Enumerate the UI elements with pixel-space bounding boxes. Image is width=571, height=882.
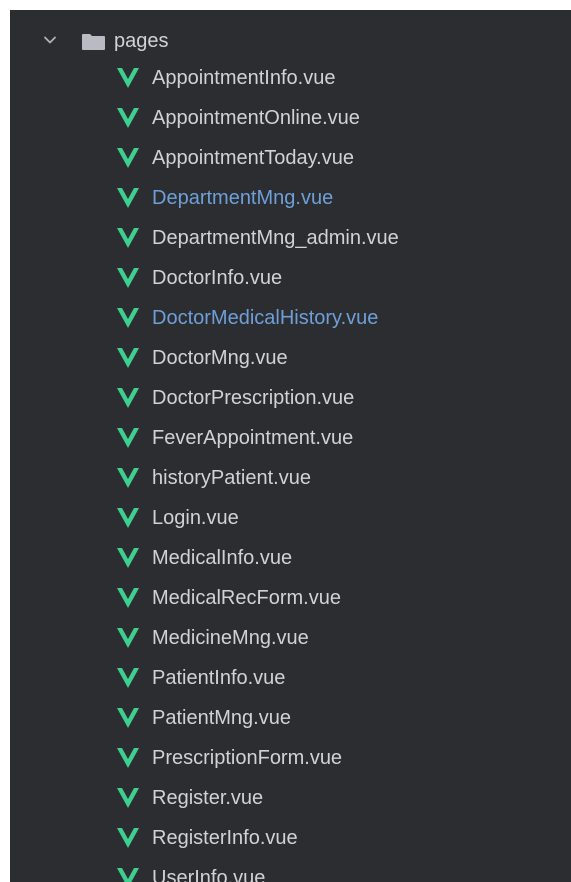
vue-file-icon: [117, 628, 139, 648]
file-label: Login.vue: [152, 507, 239, 529]
file-item[interactable]: DoctorInfo.vue: [10, 258, 571, 298]
vue-file-icon: [117, 228, 139, 248]
file-item[interactable]: MedicalInfo.vue: [10, 538, 571, 578]
folder-label: pages: [114, 30, 169, 52]
file-item[interactable]: AppointmentToday.vue: [10, 138, 571, 178]
vue-file-icon: [117, 748, 139, 768]
vue-file-icon: [117, 388, 139, 408]
file-label: historyPatient.vue: [152, 467, 311, 489]
vue-file-icon: [117, 188, 139, 208]
file-item[interactable]: DoctorPrescription.vue: [10, 378, 571, 418]
file-item[interactable]: Login.vue: [10, 498, 571, 538]
file-item[interactable]: PatientInfo.vue: [10, 658, 571, 698]
file-label: DoctorPrescription.vue: [152, 387, 355, 409]
file-label: FeverAppointment.vue: [152, 427, 354, 449]
file-item[interactable]: AppointmentOnline.vue: [10, 98, 571, 138]
vue-file-icon: [117, 108, 139, 128]
vue-file-icon: [117, 68, 139, 88]
file-label: PatientMng.vue: [152, 707, 291, 729]
chevron-down-icon[interactable]: [43, 33, 57, 47]
file-item[interactable]: DoctorMng.vue: [10, 338, 571, 378]
file-item[interactable]: PrescriptionForm.vue: [10, 738, 571, 778]
file-label: DepartmentMng.vue: [152, 187, 334, 209]
vue-file-icon: [117, 668, 139, 688]
file-item[interactable]: historyPatient.vue: [10, 458, 571, 498]
file-label: MedicalRecForm.vue: [152, 587, 341, 609]
file-item[interactable]: DepartmentMng.vue: [10, 178, 571, 218]
file-item[interactable]: FeverAppointment.vue: [10, 418, 571, 458]
file-label: AppointmentOnline.vue: [152, 107, 360, 129]
vue-file-icon: [117, 828, 139, 848]
vue-file-icon: [117, 588, 139, 608]
file-item[interactable]: MedicalRecForm.vue: [10, 578, 571, 618]
file-item[interactable]: DoctorMedicalHistory.vue: [10, 298, 571, 338]
vue-file-icon: [117, 308, 139, 328]
file-item[interactable]: RegisterInfo.vue: [10, 818, 571, 858]
vue-file-icon: [117, 348, 139, 368]
file-label: UserInfo.vue: [152, 867, 266, 882]
vue-file-icon: [117, 548, 139, 568]
vue-file-icon: [117, 708, 139, 728]
file-label: DoctorMedicalHistory.vue: [152, 307, 379, 329]
file-label: PrescriptionForm.vue: [152, 747, 343, 769]
file-label: DepartmentMng_admin.vue: [152, 227, 399, 249]
vue-file-icon: [117, 428, 139, 448]
folder-icon: [82, 34, 105, 50]
file-label: AppointmentInfo.vue: [152, 67, 336, 89]
file-label: AppointmentToday.vue: [152, 147, 354, 169]
file-item[interactable]: Register.vue: [10, 778, 571, 818]
file-item[interactable]: UserInfo.vue: [10, 858, 571, 882]
file-item[interactable]: MedicineMng.vue: [10, 618, 571, 658]
file-label: MedicalInfo.vue: [152, 547, 293, 569]
vue-file-icon: [117, 148, 139, 168]
folder-pages[interactable]: pages: [10, 22, 571, 58]
file-item[interactable]: PatientMng.vue: [10, 698, 571, 738]
vue-file-icon: [117, 468, 139, 488]
file-list: AppointmentInfo.vue AppointmentOnline.vue…: [10, 58, 571, 882]
vue-file-icon: [117, 788, 139, 808]
file-label: Register.vue: [152, 787, 264, 809]
file-label: DoctorInfo.vue: [152, 267, 283, 289]
file-label: MedicineMng.vue: [152, 627, 309, 649]
file-item[interactable]: DepartmentMng_admin.vue: [10, 218, 571, 258]
file-label: RegisterInfo.vue: [152, 827, 298, 849]
file-item[interactable]: AppointmentInfo.vue: [10, 58, 571, 98]
file-label: PatientInfo.vue: [152, 667, 286, 689]
file-label: DoctorMng.vue: [152, 347, 288, 369]
vue-file-icon: [117, 268, 139, 288]
vue-file-icon: [117, 508, 139, 528]
project-tree-panel: pages AppointmentInfo.vue AppointmentOnli…: [10, 10, 571, 882]
vue-file-icon: [117, 868, 139, 882]
